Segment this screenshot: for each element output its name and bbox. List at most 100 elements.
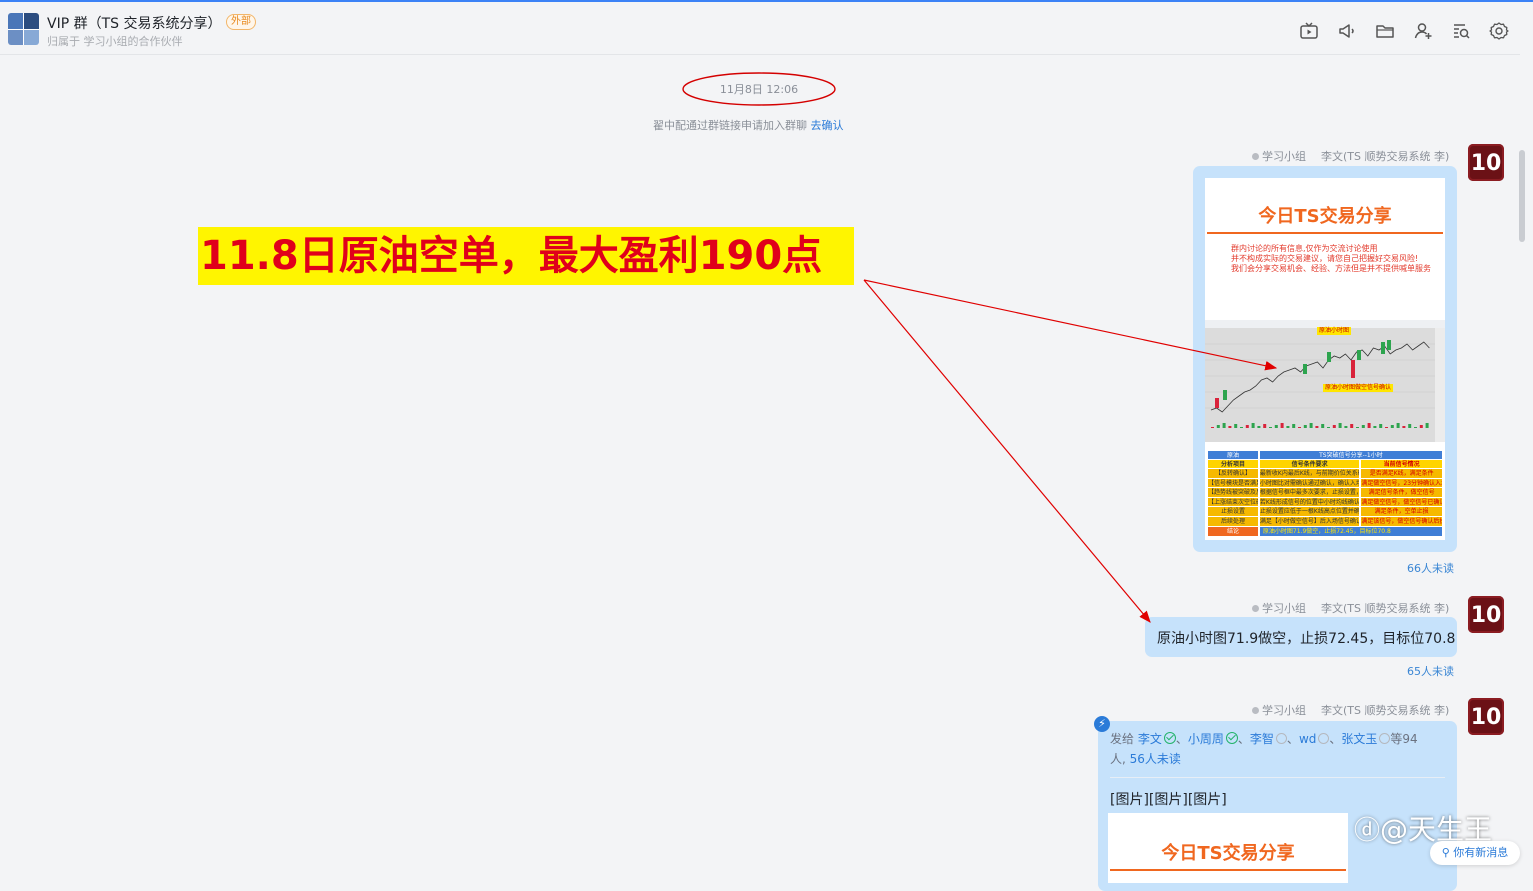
indicator-bar (1240, 427, 1243, 428)
pin-icon: ⚲ (1441, 846, 1450, 859)
recipient-name[interactable]: 李文 (1138, 732, 1162, 746)
candle (1357, 350, 1361, 360)
timestamp-annotation: 11月8日 12:06 (682, 72, 836, 106)
text-message-bubble[interactable]: 原油小时图71.9做空，止损72.45，目标位70.8 (1145, 617, 1457, 657)
recipients-tail: 人, (1110, 752, 1126, 766)
indicator-bar (1350, 424, 1354, 428)
indicator-bar (1356, 427, 1359, 428)
indicator-bar (1274, 425, 1278, 428)
image-title: 今日TS交易分享 (1161, 843, 1295, 864)
sender-tag: 学习小组 (1262, 150, 1306, 163)
indicator-bar (1367, 423, 1371, 428)
indicator-bar (1216, 425, 1220, 428)
group-avatar[interactable] (8, 13, 39, 45)
indicator-bar (1269, 427, 1272, 428)
indicator-bar (1419, 425, 1423, 428)
indicator-bar (1414, 427, 1417, 428)
external-badge: 外部 (226, 14, 256, 30)
unread-count[interactable]: 65人未读 (1407, 663, 1454, 679)
signal-table-image: 原油 TS突破信号分享--1小时 分析项目 信号条件要求 当前信号情况 【反转确… (1207, 450, 1443, 536)
image-note-3: 我们会分享交易机会、经验、方法但是并不提供喊单服务 (1231, 264, 1431, 273)
indicator-bar (1315, 426, 1319, 428)
read-check-icon (1163, 732, 1176, 744)
sender-avatar[interactable]: 10 (1468, 144, 1504, 181)
image-message-bubble[interactable]: 今日TS交易分享 群内讨论的所有信息,仅作为交流讨论使用 并不构成实际的交易建议… (1193, 166, 1457, 552)
candle (1327, 352, 1331, 362)
ding-unread-count[interactable]: 56人未读 (1130, 752, 1181, 766)
settings-icon[interactable] (1489, 21, 1509, 41)
candle (1387, 340, 1391, 350)
shared-image[interactable]: 今日TS交易分享 群内讨论的所有信息,仅作为交流讨论使用 并不构成实际的交易建议… (1205, 178, 1445, 540)
indicator-bar (1385, 427, 1388, 428)
price-chart-image: 原油小时图 原油小时图做空信号确认 (1205, 320, 1445, 442)
sender-line: 学习小组 李文(TS 顺势交易系统 李) (1252, 148, 1449, 164)
live-icon[interactable] (1299, 21, 1319, 41)
unread-circle-icon (1379, 733, 1391, 744)
sender-line: 学习小组 李文(TS 顺势交易系统 李) (1252, 702, 1449, 718)
arrow-to-message (863, 279, 1151, 623)
announcement-icon[interactable] (1337, 21, 1357, 41)
org-icon (1252, 153, 1259, 160)
indicator-bar (1321, 424, 1325, 428)
add-member-icon[interactable] (1413, 21, 1433, 41)
send-to-prefix: 发给 (1110, 732, 1135, 746)
sender-name[interactable]: 李文(TS 顺势交易系统 李) (1321, 704, 1449, 717)
chart-label: 原油小时图 (1317, 327, 1352, 335)
group-title[interactable]: VIP 群（TS 交易系统分享） (47, 13, 222, 33)
image-title-underline (1207, 232, 1443, 234)
sender-name[interactable]: 李文(TS 顺势交易系统 李) (1321, 602, 1449, 615)
system-message: 翟中配通过群链接申请加入群聊 去确认 (653, 117, 844, 133)
indicator-bar (1396, 423, 1400, 428)
indicator-bar (1379, 424, 1383, 428)
unread-count[interactable]: 66人未读 (1407, 560, 1454, 576)
ding-message-bubble[interactable]: 发给 李文 、小周周 、李智 、wd 、张文玉 等94 人, 56人未读 [图片][图片]… (1098, 721, 1457, 891)
org-icon (1252, 707, 1259, 714)
conclusion-text: 原油小时图71.9做空，止损72.45，目标位70.8 (1258, 526, 1443, 536)
indicator-bar (1280, 423, 1284, 428)
sender-tag: 学习小组 (1262, 602, 1306, 615)
indicator-bar (1234, 424, 1238, 428)
sender-avatar[interactable]: 10 (1468, 698, 1504, 735)
new-message-button[interactable]: ⚲ 你有新消息 (1430, 841, 1520, 865)
indicator-bar (1408, 424, 1412, 428)
indicator-bar (1298, 427, 1301, 428)
sender-name[interactable]: 李文(TS 顺势交易系统 李) (1321, 150, 1449, 163)
candle-chart (1205, 328, 1445, 442)
recipient-name[interactable]: 张文玉 (1341, 732, 1377, 746)
confirm-link[interactable]: 去确认 (811, 119, 844, 132)
scrollbar[interactable] (1519, 150, 1525, 242)
indicator-bar (1286, 426, 1290, 428)
indicator-bar (1222, 423, 1226, 428)
chart-annotation: 原油小时图做空信号确认 (1323, 384, 1394, 392)
ding-bolt-icon: ⚡ (1094, 716, 1110, 732)
indicator-bar (1344, 426, 1348, 428)
read-check-icon (1225, 732, 1238, 744)
indicator-bar (1332, 425, 1336, 428)
group-subtitle: 归属于 学习小组的合作伙伴 (47, 35, 183, 48)
new-message-label: 你有新消息 (1453, 846, 1509, 859)
recipient-name[interactable]: 小周周 (1188, 732, 1224, 746)
image-note-2: 并不构成实际的交易建议，请您自己把握好交易风险! (1231, 254, 1419, 263)
candle (1381, 342, 1385, 354)
recipient-name[interactable]: 李智 (1250, 732, 1274, 746)
conclusion-label: 结论 (1207, 526, 1259, 536)
search-history-icon[interactable] (1451, 21, 1471, 41)
indicator-bar (1373, 426, 1377, 428)
folder-icon[interactable] (1375, 21, 1395, 41)
sender-avatar[interactable]: 10 (1468, 596, 1504, 633)
indicator-bar (1211, 427, 1214, 428)
shared-image[interactable]: 今日TS交易分享 (1108, 813, 1348, 883)
recipient-name[interactable]: wd (1299, 732, 1316, 746)
message-timestamp: 11月8日 12:06 (719, 83, 799, 96)
ding-divider (1110, 777, 1445, 778)
candle (1303, 364, 1307, 374)
indicator-bar (1361, 425, 1365, 428)
watermark-logo-icon: ⓓ (1354, 816, 1381, 846)
annotation-banner: 11.8日原油空单，最大盈利190点 (198, 227, 854, 285)
indicator-bar (1402, 426, 1406, 428)
indicator-bar (1338, 423, 1342, 428)
chat-header: VIP 群（TS 交易系统分享） 外部 归属于 学习小组的合作伙伴 (0, 2, 1520, 55)
indicator-bar (1251, 423, 1255, 428)
unread-circle-icon (1318, 733, 1330, 744)
recipients-line-1: 发给 李文 、小周周 、李智 、wd 、张文玉 等94 (1110, 732, 1418, 746)
